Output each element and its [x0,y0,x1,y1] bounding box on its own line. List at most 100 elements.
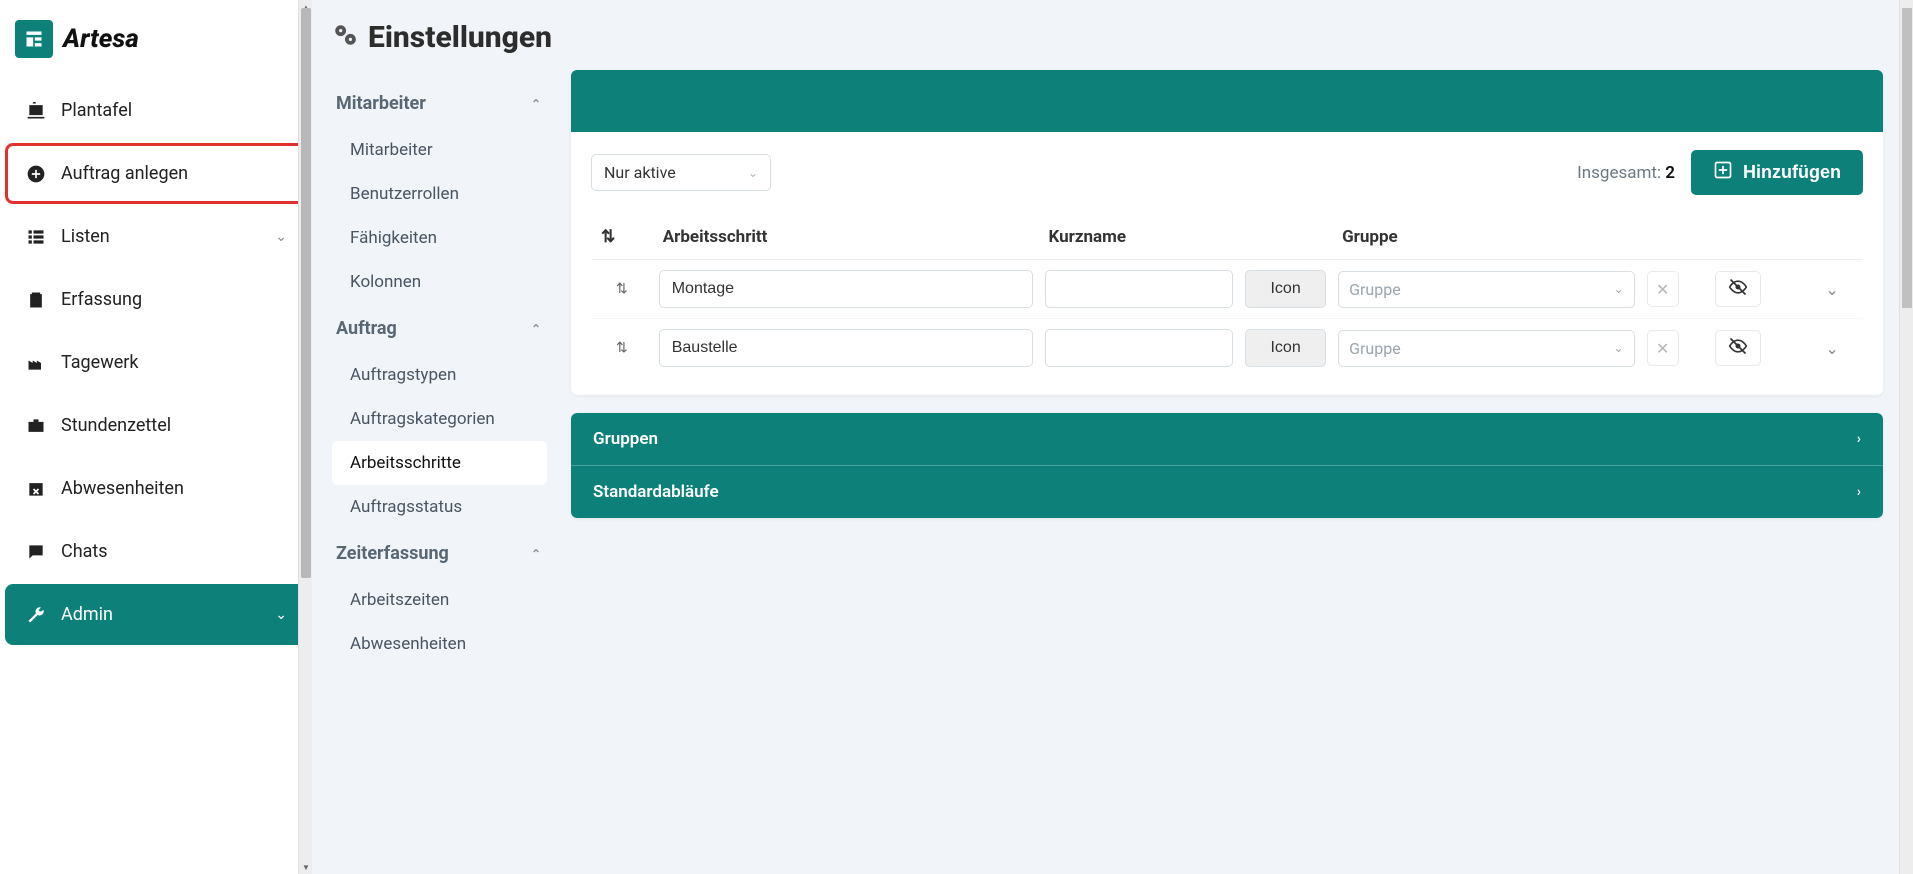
scroll-thumb[interactable] [301,8,311,578]
list-icon [25,227,47,247]
kurzname-input[interactable] [1045,329,1234,367]
arbeitsschritt-input[interactable] [659,329,1033,367]
row-expand[interactable]: ⌄ [1801,260,1863,319]
icon-picker-button[interactable]: Icon [1245,270,1326,308]
sort-icon: ⇅ [601,227,615,247]
chevron-right-icon: › [1857,484,1861,500]
nav-label: Admin [61,604,113,625]
filter-select[interactable]: Nur aktive ⌄ [591,154,771,191]
logo-text: Artesa [63,24,139,54]
nav-tagewerk[interactable]: Tagewerk [5,332,307,393]
nav-label: Auftrag anlegen [61,163,188,184]
col-gruppe[interactable]: Gruppe [1332,215,1641,260]
settings-item-auftragskategorien[interactable]: Auftragskategorien [332,397,547,441]
board-icon [25,101,47,121]
kurzname-input[interactable] [1045,270,1234,308]
settings-item-auftragsstatus[interactable]: Auftragsstatus [332,485,547,529]
settings-item-mitarbeiter[interactable]: Mitarbeiter [332,128,547,172]
wrench-icon [25,605,47,625]
nav-abwesenheiten[interactable]: Abwesenheiten [5,458,307,519]
chevron-down-icon: ⌄ [1825,280,1838,299]
group-title: Zeiterfassung [336,543,449,564]
col-sort[interactable]: ⇅ [591,215,653,260]
chevron-down-icon: ⌄ [1614,282,1624,296]
settings-item-arbeitsschritte[interactable]: Arbeitsschritte [332,441,547,485]
settings-item-kolonnen[interactable]: Kolonnen [332,260,547,304]
drag-handle-icon[interactable]: ⇅ [591,260,653,319]
chevron-down-icon: ⌄ [275,229,287,245]
app-sidebar: Artesa Plantafel Auftrag anlegen Listen … [0,0,312,874]
app-logo: Artesa [5,10,307,78]
arbeitsschritte-table: ⇅ Arbeitsschritt Kurzname Gruppe [591,215,1863,377]
scroll-thumb[interactable] [1902,8,1912,308]
nav-label: Erfassung [61,289,142,310]
nav-label: Stundenzettel [61,415,171,436]
arbeitsschritt-input[interactable] [659,270,1033,308]
col-arbeitsschritt[interactable]: Arbeitsschritt [653,215,1039,260]
chevron-down-icon: ⌄ [1825,339,1838,358]
clear-button: ✕ [1647,271,1679,307]
chat-icon [25,542,47,562]
briefcase-icon [25,416,47,436]
eye-off-icon [1728,336,1748,360]
accordion-title: Gruppen [593,429,658,449]
settings-item-arbeitszeiten[interactable]: Arbeitszeiten [332,578,547,622]
settings-group-zeiterfassung[interactable]: Zeiterfassung ⌃ [332,529,547,578]
nav-admin[interactable]: Admin ⌄ [5,584,307,645]
plus-circle-icon [25,164,47,184]
nav-label: Listen [61,226,110,247]
totals-count: 2 [1665,163,1675,183]
visibility-toggle[interactable] [1715,330,1761,366]
nav-label: Chats [61,541,108,562]
nav-chats[interactable]: Chats [5,521,307,582]
x-icon: ✕ [1656,339,1669,358]
visibility-toggle[interactable] [1715,271,1761,307]
panel-teal-header [571,70,1883,132]
accordion-standardablaeufe[interactable]: Standardabläufe › [571,465,1883,518]
settings-item-auftragstypen[interactable]: Auftragstypen [332,353,547,397]
settings-group-auftrag[interactable]: Auftrag ⌃ [332,304,547,353]
accordion-group: Gruppen › Standardabläufe › [571,413,1883,518]
calendar-x-icon [25,479,47,499]
page-title-text: Einstellungen [368,20,552,55]
scroll-down-icon[interactable]: ▼ [299,860,312,874]
group-title: Mitarbeiter [336,93,426,114]
nav-label: Plantafel [61,100,132,121]
clipboard-icon [25,290,47,310]
nav-erfassung[interactable]: Erfassung [5,269,307,330]
sidebar-scrollbar[interactable]: ▲ ▼ [298,0,312,874]
icon-picker-button[interactable]: Icon [1245,329,1326,367]
gruppe-select[interactable]: Gruppe ⌄ [1338,330,1635,367]
toolbar: Nur aktive ⌄ Insgesamt: 2 Hinzufügen [591,150,1863,195]
accordion-title: Standardabläufe [593,482,719,502]
filter-value: Nur aktive [604,163,676,182]
chevron-up-icon: ⌃ [531,547,541,561]
panel-body: Nur aktive ⌄ Insgesamt: 2 Hinzufügen [571,132,1883,395]
nav-auftrag-anlegen[interactable]: Auftrag anlegen [5,143,307,204]
table-row: ⇅ Icon Gruppe ⌄ ✕ [591,260,1863,319]
add-button-label: Hinzufügen [1743,162,1841,183]
totals-label: Insgesamt: 2 [1577,163,1675,183]
settings-item-benutzerrollen[interactable]: Benutzerrollen [332,172,547,216]
main-scrollbar[interactable] [1899,0,1913,874]
nav-listen[interactable]: Listen ⌄ [5,206,307,267]
row-expand[interactable]: ⌄ [1801,319,1863,378]
x-icon: ✕ [1656,280,1669,299]
main-area: Einstellungen Mitarbeiter ⌃ Mitarbeiter … [312,0,1913,874]
gruppe-select[interactable]: Gruppe ⌄ [1338,271,1635,308]
add-button[interactable]: Hinzufügen [1691,150,1863,195]
accordion-gruppen[interactable]: Gruppen › [571,413,1883,465]
totals-text: Insgesamt: [1577,163,1661,183]
nav-stundenzettel[interactable]: Stundenzettel [5,395,307,456]
arbeitsschritte-panel: Nur aktive ⌄ Insgesamt: 2 Hinzufügen [571,70,1883,395]
col-kurzname[interactable]: Kurzname [1039,215,1240,260]
settings-group-mitarbeiter[interactable]: Mitarbeiter ⌃ [332,79,547,128]
plus-square-icon [1713,160,1733,185]
drag-handle-icon[interactable]: ⇅ [591,319,653,378]
table-row: ⇅ Icon Gruppe ⌄ ✕ [591,319,1863,378]
nav-plantafel[interactable]: Plantafel [5,80,307,141]
settings-item-faehigkeiten[interactable]: Fähigkeiten [332,216,547,260]
clear-button: ✕ [1647,330,1679,366]
settings-item-abwesenheiten[interactable]: Abwesenheiten [332,622,547,666]
factory-icon [25,353,47,373]
